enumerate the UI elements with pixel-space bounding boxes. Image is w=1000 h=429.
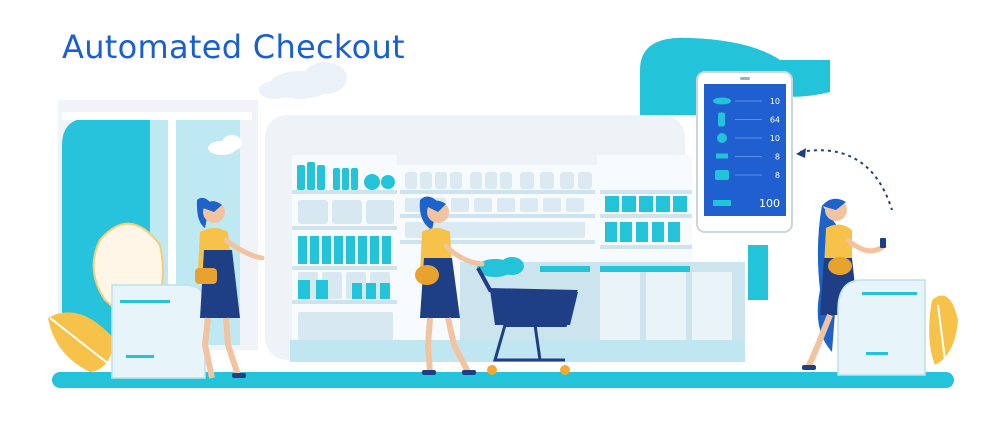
tablet-item-count: 8 [775, 171, 780, 180]
tablet-item-count: 10 [770, 134, 780, 143]
checkout-illustration: 10 64 10 8 8 100 [48, 37, 958, 388]
curved-arrow-icon [799, 149, 893, 211]
bottle-icon [713, 97, 731, 105]
shelving-unit [290, 155, 745, 362]
jar-icon [715, 170, 729, 180]
plant-right [929, 295, 958, 365]
tablet-item-count: 64 [770, 116, 780, 125]
tablet-item-count: 10 [770, 97, 780, 106]
tablet-item-count: 8 [775, 153, 780, 162]
blob-tail [748, 245, 768, 300]
total-bar [713, 200, 731, 206]
checkout-counter-right [837, 279, 926, 376]
checkout-counter-left [111, 284, 206, 379]
tall-bottle-icon [718, 112, 725, 127]
phone-icon [880, 238, 886, 248]
cloud-decoration [259, 62, 347, 99]
arrow-head-icon [796, 148, 806, 158]
cup-icon [716, 153, 728, 159]
tablet-total: 100 [759, 197, 780, 210]
fruit-icon [717, 133, 727, 143]
